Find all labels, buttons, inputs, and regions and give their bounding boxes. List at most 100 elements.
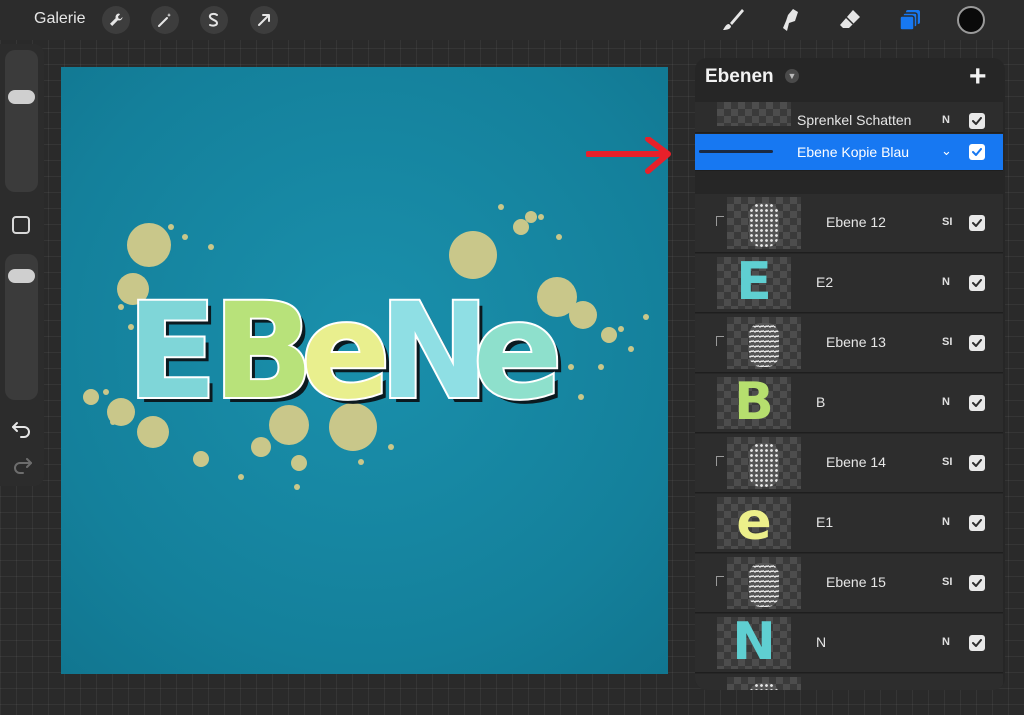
checkmark-icon: [972, 148, 982, 156]
layers-panel-title: Ebenen: [705, 66, 774, 87]
splatter-dot: [578, 394, 584, 400]
splatter-dot: [498, 204, 504, 210]
layer-row[interactable]: Ebene 16SI: [695, 674, 1003, 690]
layer-row[interactable]: E E2 N: [695, 254, 1003, 313]
splatter-blob: [193, 451, 209, 467]
layer-row[interactable]: e E1 N: [695, 494, 1003, 553]
clipping-mask-icon: [716, 336, 724, 346]
artwork-letter: E: [127, 275, 217, 429]
annotation-arrow-icon: [585, 136, 678, 182]
checkmark-icon: [972, 459, 982, 467]
layer-thumbnail[interactable]: E: [717, 257, 791, 309]
layer-thumbnail[interactable]: [727, 437, 801, 489]
layer-row[interactable]: NNN: [695, 614, 1003, 673]
smudge-icon[interactable]: [777, 6, 805, 34]
transform-arrow-icon[interactable]: [250, 6, 278, 34]
opacity-slider[interactable]: [5, 254, 38, 400]
eraser-icon[interactable]: [836, 6, 864, 34]
blend-mode-button[interactable]: N: [942, 516, 950, 528]
layer-thumbnail[interactable]: [727, 197, 801, 249]
splatter-dot: [388, 444, 394, 450]
layer-name: Ebene 12: [826, 214, 886, 230]
layer-row[interactable]: Ebene 12 SI: [695, 194, 1003, 253]
blend-mode-button[interactable]: SI: [942, 336, 952, 348]
layer-thumbnail[interactable]: N: [717, 617, 791, 669]
layer-visibility-checkbox[interactable]: [969, 395, 985, 411]
splatter-blob: [601, 327, 617, 343]
blend-mode-button[interactable]: SI: [942, 216, 952, 228]
layer-visibility-checkbox[interactable]: [969, 144, 985, 160]
thumbnail-letter: E: [736, 257, 772, 309]
splatter-dot: [643, 314, 649, 320]
layer-row[interactable]: BBN: [695, 374, 1003, 433]
layer-thumbnail[interactable]: [717, 102, 791, 126]
layer-row[interactable]: Ebene 14 SI: [695, 434, 1003, 493]
drawing-canvas[interactable]: EEBBeeNNee: [61, 67, 668, 674]
layer-thumbnail[interactable]: [727, 317, 801, 369]
layer-visibility-checkbox[interactable]: [969, 515, 985, 531]
color-picker-swatch[interactable]: [957, 6, 985, 34]
splatter-dot: [598, 364, 604, 370]
layer-visibility-checkbox[interactable]: [969, 215, 985, 231]
layer-name: Ebene 14: [826, 454, 886, 470]
layer-row[interactable]: Ebene 13 SI: [695, 314, 1003, 373]
chevron-down-icon[interactable]: ▼: [785, 69, 799, 83]
layer-thumbnail[interactable]: [727, 557, 801, 609]
add-layer-button[interactable]: +: [969, 62, 987, 92]
blend-mode-button[interactable]: N: [942, 276, 950, 288]
layer-thumbnail[interactable]: [727, 677, 801, 690]
checkmark-icon: [972, 219, 982, 227]
checkmark-icon: [972, 279, 982, 287]
brush-icon[interactable]: [719, 6, 747, 34]
clipping-mask-icon: [716, 576, 724, 586]
selection-icon[interactable]: [200, 6, 228, 34]
wrench-icon[interactable]: [102, 6, 130, 34]
splatter-blob: [569, 301, 597, 329]
layer-visibility-checkbox[interactable]: [969, 455, 985, 471]
left-sidebar: [0, 44, 44, 486]
layer-thumbnail[interactable]: B: [717, 377, 791, 429]
checkmark-icon: [972, 117, 982, 125]
splatter-blob: [251, 437, 271, 457]
opacity-knob[interactable]: [8, 269, 35, 284]
blend-mode-button[interactable]: N: [942, 636, 950, 648]
layer-row-selected[interactable]: Ebene Kopie Blau ⌄: [695, 134, 1003, 171]
splatter-dot: [568, 364, 574, 370]
magic-wand-icon[interactable]: [151, 6, 179, 34]
splatter-dot: [628, 346, 634, 352]
layer-name: N: [816, 634, 827, 650]
splatter-dot: [238, 474, 244, 480]
chevron-down-icon[interactable]: ⌄: [941, 143, 952, 159]
gallery-button[interactable]: Galerie: [34, 10, 86, 28]
splatter-dot: [294, 484, 300, 490]
splatter-dot: [538, 214, 544, 220]
splatter-blob: [291, 455, 307, 471]
layer-row[interactable]: Ebene 15 SI: [695, 554, 1003, 613]
layer-thumbnail: [699, 150, 773, 153]
blend-mode-button[interactable]: N: [942, 396, 950, 408]
brush-size-slider[interactable]: [5, 50, 38, 192]
layer-visibility-checkbox[interactable]: [969, 113, 985, 129]
blend-mode-button[interactable]: SI: [942, 576, 952, 588]
layer-name: E2: [816, 274, 834, 290]
thumbnail-letter: e: [736, 497, 772, 549]
brush-size-knob[interactable]: [8, 90, 35, 105]
pattern-thumbnail: [749, 563, 779, 607]
clipping-mask-icon: [716, 456, 724, 466]
splatter-dot: [103, 389, 109, 395]
layers-panel: Ebenen ▼ + Sprenkel Schatten N Ebene Kopie…: [695, 58, 1005, 690]
layer-visibility-checkbox[interactable]: [969, 335, 985, 351]
layer-visibility-checkbox[interactable]: [969, 635, 985, 651]
layers-icon[interactable]: [896, 6, 924, 34]
pattern-thumbnail: [749, 443, 779, 487]
layer-name: E1: [816, 514, 834, 530]
blend-mode-button[interactable]: N: [942, 114, 950, 126]
layer-visibility-checkbox[interactable]: [969, 275, 985, 291]
layer-visibility-checkbox[interactable]: [969, 575, 985, 591]
layer-thumbnail[interactable]: e: [717, 497, 791, 549]
undo-arrow-icon[interactable]: [11, 420, 33, 443]
redo-arrow-icon[interactable]: [11, 456, 33, 479]
square-icon[interactable]: [12, 216, 30, 234]
layer-row[interactable]: Sprenkel Schatten N: [695, 102, 1003, 133]
blend-mode-button[interactable]: SI: [942, 456, 952, 468]
